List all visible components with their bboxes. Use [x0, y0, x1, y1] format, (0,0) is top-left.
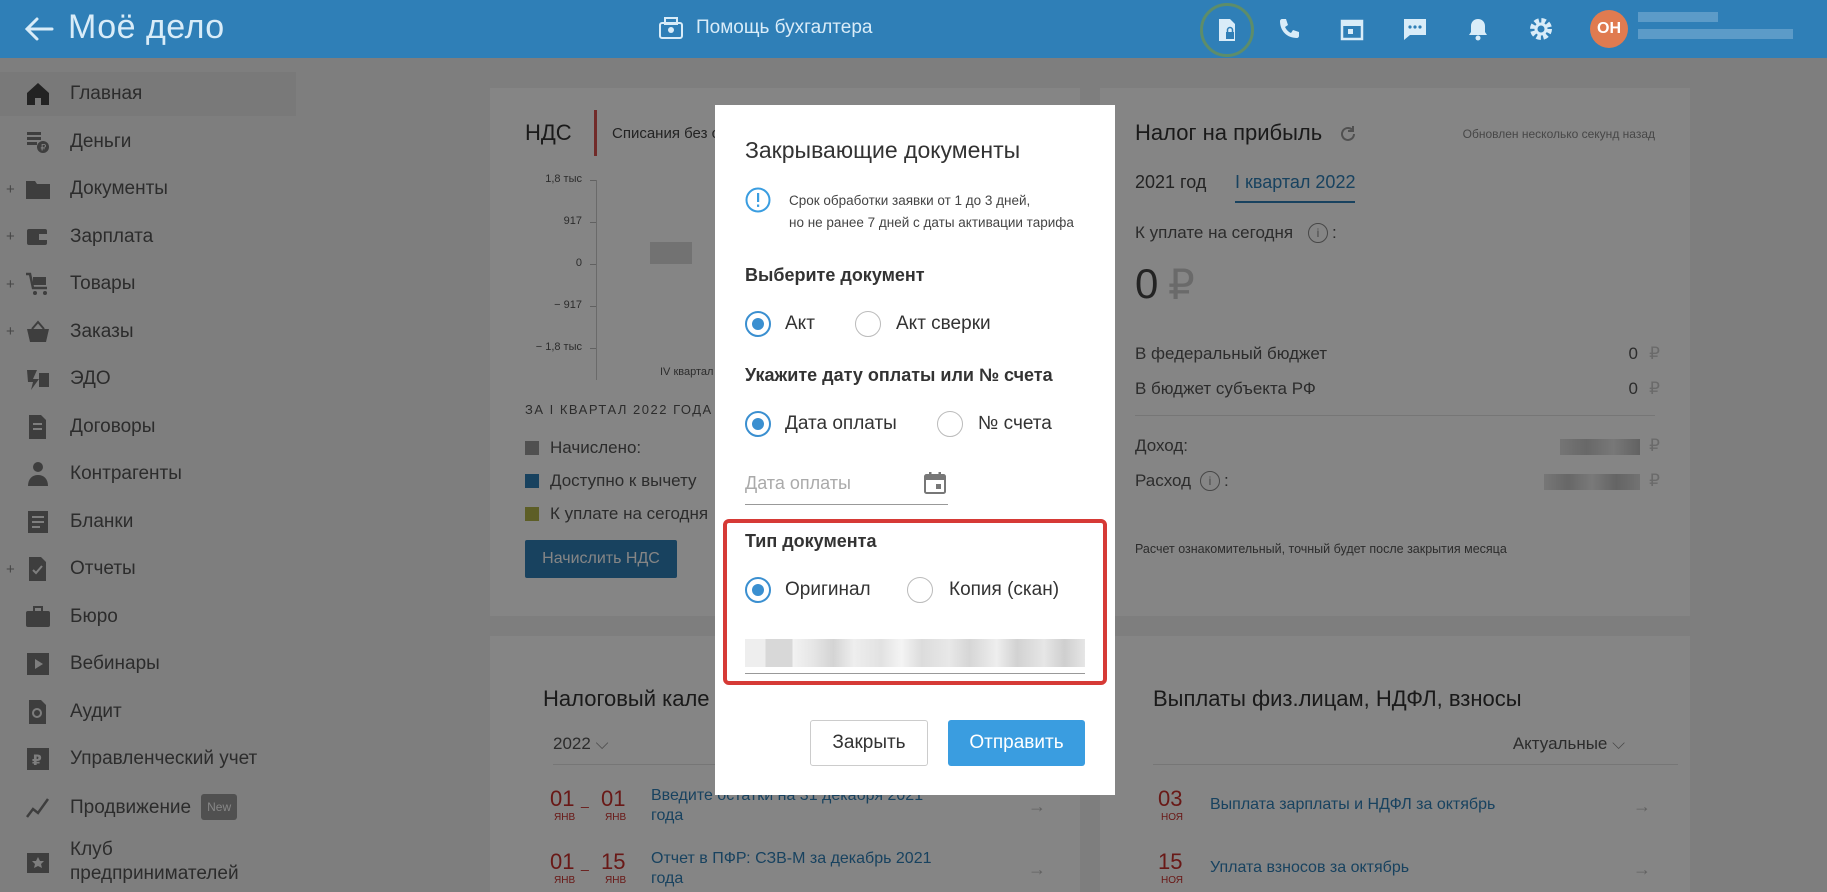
radio-original-label[interactable]: Оригинал [785, 579, 871, 601]
radio-act-reconciliation[interactable] [855, 311, 881, 337]
radio-invoice-number-label[interactable]: № счета [978, 413, 1052, 435]
modal-title: Закрывающие документы [745, 137, 1021, 163]
radio-act-label[interactable]: Акт [785, 313, 815, 335]
section-document-type: Тип документа [745, 531, 877, 551]
radio-copy-scan[interactable] [907, 577, 933, 603]
radio-copy-scan-label[interactable]: Копия (скан) [949, 579, 1059, 601]
radio-payment-date[interactable] [745, 411, 771, 437]
modal-info-text: Срок обработки заявки от 1 до 3 дней, но… [789, 190, 1074, 234]
radio-original[interactable] [745, 577, 771, 603]
section-payment: Укажите дату оплаты или № счета [745, 365, 1053, 385]
modal-info-line-2: но не ранее 7 дней с даты активации тари… [789, 215, 1074, 230]
close-button[interactable]: Закрыть [810, 720, 928, 766]
section-select-document: Выберите документ [745, 265, 925, 285]
payment-date-input[interactable]: Дата оплаты [745, 465, 948, 505]
send-button[interactable]: Отправить [948, 720, 1085, 766]
address-field-blurred[interactable] [745, 632, 1085, 674]
info-circle-icon [745, 187, 771, 213]
radio-payment-date-label[interactable]: Дата оплаты [785, 413, 897, 435]
radio-act[interactable] [745, 311, 771, 337]
modal-info-line-1: Срок обработки заявки от 1 до 3 дней, [789, 193, 1031, 208]
payment-date-placeholder: Дата оплаты [745, 473, 851, 493]
calendar-icon[interactable] [922, 470, 948, 496]
radio-act-reconciliation-label[interactable]: Акт сверки [896, 313, 991, 335]
radio-invoice-number[interactable] [937, 411, 963, 437]
closing-documents-modal: Закрывающие документы Срок обработки зая… [715, 105, 1115, 795]
